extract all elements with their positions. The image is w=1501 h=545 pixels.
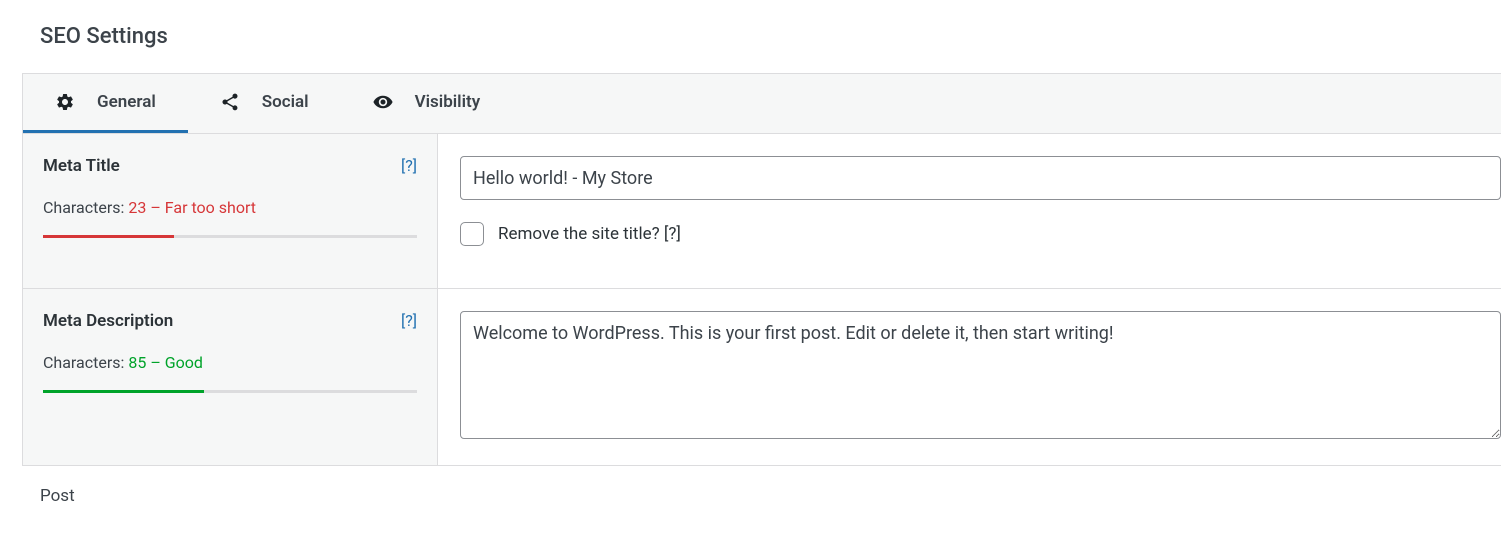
tab-label: Social [262, 92, 309, 112]
tab-general[interactable]: General [23, 74, 188, 133]
meta-description-help[interactable]: [?] [401, 311, 417, 330]
char-count: 23 [128, 198, 146, 217]
meta-title-input-col: Remove the site title? [?] [438, 134, 1501, 288]
remove-site-title-label: Remove the site title? [?] [498, 224, 681, 244]
eye-icon [373, 92, 393, 112]
tab-visibility[interactable]: Visibility [341, 74, 513, 133]
char-prefix: Characters: [43, 353, 128, 372]
meta-title-progress [43, 235, 417, 238]
meta-description-progress [43, 390, 417, 393]
tab-label: Visibility [415, 92, 481, 112]
char-sep: – [146, 198, 164, 217]
char-prefix: Characters: [43, 198, 128, 217]
page-title: SEO Settings [0, 0, 1501, 73]
remove-site-title-help[interactable]: [?] [664, 224, 681, 244]
remove-site-title-row: Remove the site title? [?] [460, 222, 1501, 246]
char-status: Good [165, 353, 203, 372]
gear-icon [55, 92, 75, 112]
meta-title-row: Meta Title [?] Characters: 23 – Far too … [23, 134, 1501, 289]
meta-title-help[interactable]: [?] [401, 156, 417, 175]
meta-title-progress-fill [43, 235, 174, 238]
meta-description-input[interactable] [460, 311, 1501, 439]
tabs: General Social Visibility [23, 74, 1501, 134]
meta-title-label: Meta Title [43, 156, 120, 176]
settings-panel: General Social Visibility Meta Title [?]… [22, 73, 1501, 466]
share-icon [220, 92, 240, 112]
meta-description-progress-fill [43, 390, 204, 393]
char-status: Far too short [165, 198, 256, 217]
meta-description-label-col: Meta Description [?] Characters: 85 – Go… [23, 289, 438, 465]
tab-label: General [97, 92, 156, 112]
meta-description-row: Meta Description [?] Characters: 85 – Go… [23, 289, 1501, 465]
char-count: 85 [128, 353, 146, 372]
meta-description-input-col [438, 289, 1501, 465]
meta-title-char-info: Characters: 23 – Far too short [43, 198, 417, 217]
remove-site-title-checkbox[interactable] [460, 222, 484, 246]
meta-title-input[interactable] [460, 156, 1501, 200]
tab-social[interactable]: Social [188, 74, 341, 133]
char-sep: – [146, 353, 164, 372]
meta-title-label-col: Meta Title [?] Characters: 23 – Far too … [23, 134, 438, 288]
meta-description-label: Meta Description [43, 311, 173, 331]
post-label: Post [0, 466, 1501, 506]
meta-description-char-info: Characters: 85 – Good [43, 353, 417, 372]
